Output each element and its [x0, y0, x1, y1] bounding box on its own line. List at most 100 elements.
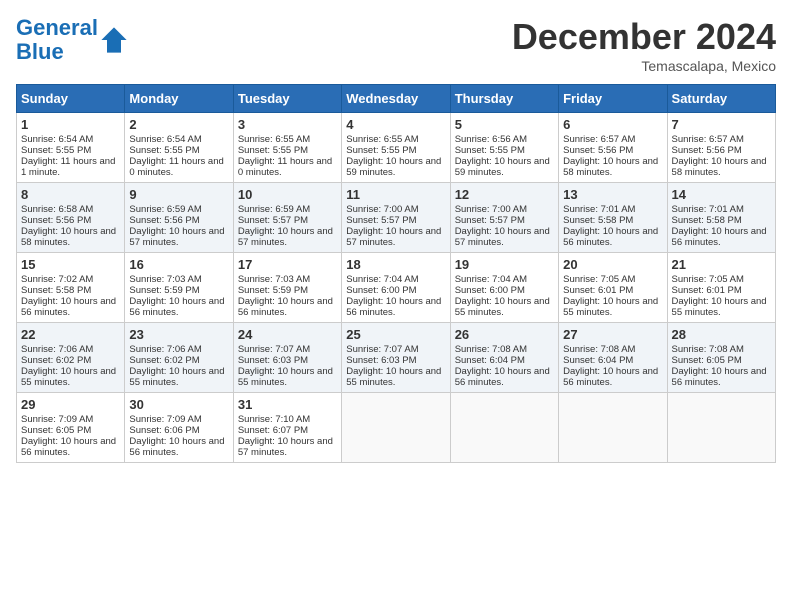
daylight-info: Daylight: 10 hours and 57 minutes. — [346, 226, 441, 248]
calendar-cell: 19Sunrise: 7:04 AMSunset: 6:00 PMDayligh… — [450, 253, 558, 323]
day-number: 5 — [455, 117, 554, 132]
calendar-cell: 8Sunrise: 6:58 AMSunset: 5:56 PMDaylight… — [17, 183, 125, 253]
calendar-cell: 9 Sunrise: 6:59 AMSunset: 5:56 PMDaylight… — [125, 183, 233, 253]
calendar-cell: 26Sunrise: 7:08 AMSunset: 6:04 PMDayligh… — [450, 323, 558, 393]
daylight-info: Daylight: 10 hours and 56 minutes. — [563, 366, 658, 388]
calendar-cell: 7Sunrise: 6:57 AMSunset: 5:56 PMDaylight… — [667, 113, 775, 183]
sunset-info: Sunset: 6:02 PM — [129, 355, 199, 366]
header-tuesday: Tuesday — [233, 85, 341, 113]
calendar-cell: 27Sunrise: 7:08 AMSunset: 6:04 PMDayligh… — [559, 323, 667, 393]
daylight-info: Daylight: 10 hours and 58 minutes. — [21, 226, 116, 248]
sunrise-info: Sunrise: 6:54 AM — [129, 134, 201, 145]
calendar-cell: 3Sunrise: 6:55 AMSunset: 5:55 PMDaylight… — [233, 113, 341, 183]
sunrise-info: Sunrise: 6:59 AM — [129, 204, 201, 215]
sunrise-info: Sunrise: 7:09 AM — [21, 414, 93, 425]
sunset-info: Sunset: 5:56 PM — [129, 215, 199, 226]
sunrise-info: Sunrise: 6:54 AM — [21, 134, 93, 145]
calendar-cell: 20 Sunrise: 7:05 AMSunset: 6:01 PMDayligh… — [559, 253, 667, 323]
logo: GeneralBlue — [16, 16, 128, 64]
daylight-info: Daylight: 11 hours and 0 minutes. — [129, 156, 223, 178]
sunrise-info: Sunrise: 6:57 AM — [563, 134, 635, 145]
day-number: 29 — [21, 397, 120, 412]
calendar-cell — [342, 393, 450, 463]
sunset-info: Sunset: 6:02 PM — [21, 355, 91, 366]
calendar-cell: 12Sunrise: 7:00 AMSunset: 5:57 PMDayligh… — [450, 183, 558, 253]
sunset-info: Sunset: 5:59 PM — [238, 285, 308, 296]
page-header: GeneralBlue December 2024 Temascalapa, M… — [16, 16, 776, 74]
sunset-info: Sunset: 5:57 PM — [346, 215, 416, 226]
day-number: 30 — [129, 397, 228, 412]
sunrise-info: Sunrise: 7:06 AM — [21, 344, 93, 355]
day-number: 27 — [563, 327, 662, 342]
day-number: 20 — [563, 257, 662, 272]
daylight-info: Daylight: 11 hours and 1 minute. — [21, 156, 115, 178]
calendar-cell: 11Sunrise: 7:00 AMSunset: 5:57 PMDayligh… — [342, 183, 450, 253]
sunset-info: Sunset: 6:05 PM — [21, 425, 91, 436]
daylight-info: Daylight: 10 hours and 57 minutes. — [238, 226, 333, 248]
calendar-cell: 14Sunrise: 7:01 AMSunset: 5:58 PMDayligh… — [667, 183, 775, 253]
sunset-info: Sunset: 6:00 PM — [346, 285, 416, 296]
sunrise-info: Sunrise: 6:57 AM — [672, 134, 744, 145]
header-saturday: Saturday — [667, 85, 775, 113]
calendar-cell: 24Sunrise: 7:07 AMSunset: 6:03 PMDayligh… — [233, 323, 341, 393]
day-number: 6 — [563, 117, 662, 132]
day-number: 9 — [129, 187, 228, 202]
calendar-cell: 23Sunrise: 7:06 AMSunset: 6:02 PMDayligh… — [125, 323, 233, 393]
daylight-info: Daylight: 10 hours and 57 minutes. — [129, 226, 224, 248]
calendar-week-row: 22Sunrise: 7:06 AMSunset: 6:02 PMDayligh… — [17, 323, 776, 393]
calendar-cell — [667, 393, 775, 463]
day-number: 2 — [129, 117, 228, 132]
day-number: 21 — [672, 257, 771, 272]
sunrise-info: Sunrise: 7:08 AM — [563, 344, 635, 355]
day-number: 1 — [21, 117, 120, 132]
sunset-info: Sunset: 5:57 PM — [238, 215, 308, 226]
sunrise-info: Sunrise: 7:09 AM — [129, 414, 201, 425]
sunrise-info: Sunrise: 7:08 AM — [455, 344, 527, 355]
daylight-info: Daylight: 10 hours and 55 minutes. — [563, 296, 658, 318]
calendar-week-row: 1Sunrise: 6:54 AMSunset: 5:55 PMDaylight… — [17, 113, 776, 183]
calendar-cell: 16Sunrise: 7:03 AMSunset: 5:59 PMDayligh… — [125, 253, 233, 323]
daylight-info: Daylight: 10 hours and 55 minutes. — [455, 296, 550, 318]
day-number: 25 — [346, 327, 445, 342]
logo-text: GeneralBlue — [16, 16, 98, 64]
day-number: 15 — [21, 257, 120, 272]
day-number: 22 — [21, 327, 120, 342]
daylight-info: Daylight: 10 hours and 57 minutes. — [455, 226, 550, 248]
sunset-info: Sunset: 6:00 PM — [455, 285, 525, 296]
daylight-info: Daylight: 10 hours and 58 minutes. — [672, 156, 767, 178]
sunset-info: Sunset: 5:56 PM — [21, 215, 91, 226]
sunrise-info: Sunrise: 7:02 AM — [21, 274, 93, 285]
calendar-cell: 21Sunrise: 7:05 AMSunset: 6:01 PMDayligh… — [667, 253, 775, 323]
sunset-info: Sunset: 5:58 PM — [21, 285, 91, 296]
calendar-cell: 6Sunrise: 6:57 AMSunset: 5:56 PMDaylight… — [559, 113, 667, 183]
daylight-info: Daylight: 11 hours and 0 minutes. — [238, 156, 332, 178]
day-number: 31 — [238, 397, 337, 412]
day-number: 28 — [672, 327, 771, 342]
day-number: 14 — [672, 187, 771, 202]
sunset-info: Sunset: 6:01 PM — [563, 285, 633, 296]
calendar-cell: 30Sunrise: 7:09 AMSunset: 6:06 PMDayligh… — [125, 393, 233, 463]
day-number: 4 — [346, 117, 445, 132]
day-number: 7 — [672, 117, 771, 132]
daylight-info: Daylight: 10 hours and 55 minutes. — [346, 366, 441, 388]
calendar-table: Sunday Monday Tuesday Wednesday Thursday… — [16, 84, 776, 463]
daylight-info: Daylight: 10 hours and 56 minutes. — [346, 296, 441, 318]
sunrise-info: Sunrise: 6:56 AM — [455, 134, 527, 145]
day-number: 23 — [129, 327, 228, 342]
daylight-info: Daylight: 10 hours and 56 minutes. — [21, 296, 116, 318]
sunrise-info: Sunrise: 7:05 AM — [563, 274, 635, 285]
sunrise-info: Sunrise: 7:00 AM — [346, 204, 418, 215]
daylight-info: Daylight: 10 hours and 56 minutes. — [455, 366, 550, 388]
day-number: 18 — [346, 257, 445, 272]
daylight-info: Daylight: 10 hours and 57 minutes. — [238, 436, 333, 458]
sunrise-info: Sunrise: 7:00 AM — [455, 204, 527, 215]
sunset-info: Sunset: 6:07 PM — [238, 425, 308, 436]
header-sunday: Sunday — [17, 85, 125, 113]
sunrise-info: Sunrise: 7:07 AM — [238, 344, 310, 355]
daylight-info: Daylight: 10 hours and 56 minutes. — [563, 226, 658, 248]
day-number: 3 — [238, 117, 337, 132]
sunset-info: Sunset: 5:59 PM — [129, 285, 199, 296]
sunrise-info: Sunrise: 6:58 AM — [21, 204, 93, 215]
sunrise-info: Sunrise: 7:03 AM — [238, 274, 310, 285]
daylight-info: Daylight: 10 hours and 56 minutes. — [672, 366, 767, 388]
